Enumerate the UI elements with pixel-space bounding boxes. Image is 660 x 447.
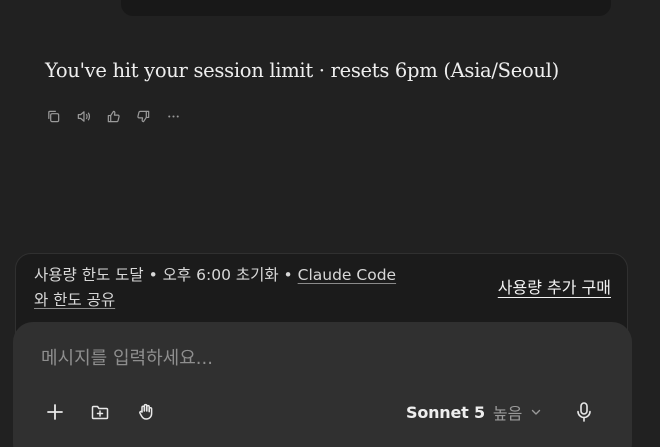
previous-message-bubble <box>121 0 611 16</box>
plus-icon[interactable] <box>41 398 69 426</box>
more-icon[interactable] <box>164 107 182 125</box>
hand-icon[interactable] <box>132 398 160 426</box>
chat-screen: You've hit your session limit · resets 6… <box>0 0 660 447</box>
message-input[interactable] <box>41 348 541 369</box>
model-name: Sonnet 5 <box>406 402 485 422</box>
shared-limit-link[interactable]: 와 한도 공유 <box>34 291 115 309</box>
buy-more-usage-link[interactable]: 사용량 추가 구매 <box>498 274 611 298</box>
assistant-message: You've hit your session limit · resets 6… <box>45 59 559 82</box>
message-actions <box>44 107 182 125</box>
message-composer: Sonnet 5 높음 <box>13 322 632 447</box>
model-selector[interactable]: Sonnet 5 높음 <box>406 400 542 424</box>
usage-limit-text: 사용량 한도 도달 • 오후 6:00 초기화 • Claude Code 와 … <box>34 263 454 313</box>
thumbs-up-icon[interactable] <box>104 107 122 125</box>
chevron-down-icon <box>532 409 541 415</box>
thumbs-down-icon[interactable] <box>134 107 152 125</box>
claude-code-link[interactable]: Claude Code <box>298 266 396 284</box>
usage-limit-status: 사용량 한도 도달 • 오후 6:00 초기화 • <box>34 266 298 284</box>
add-folder-icon[interactable] <box>86 398 114 426</box>
microphone-icon[interactable] <box>570 398 598 426</box>
copy-icon[interactable] <box>44 107 62 125</box>
effort-level: 높음 <box>492 404 523 423</box>
speaker-icon[interactable] <box>74 107 92 125</box>
